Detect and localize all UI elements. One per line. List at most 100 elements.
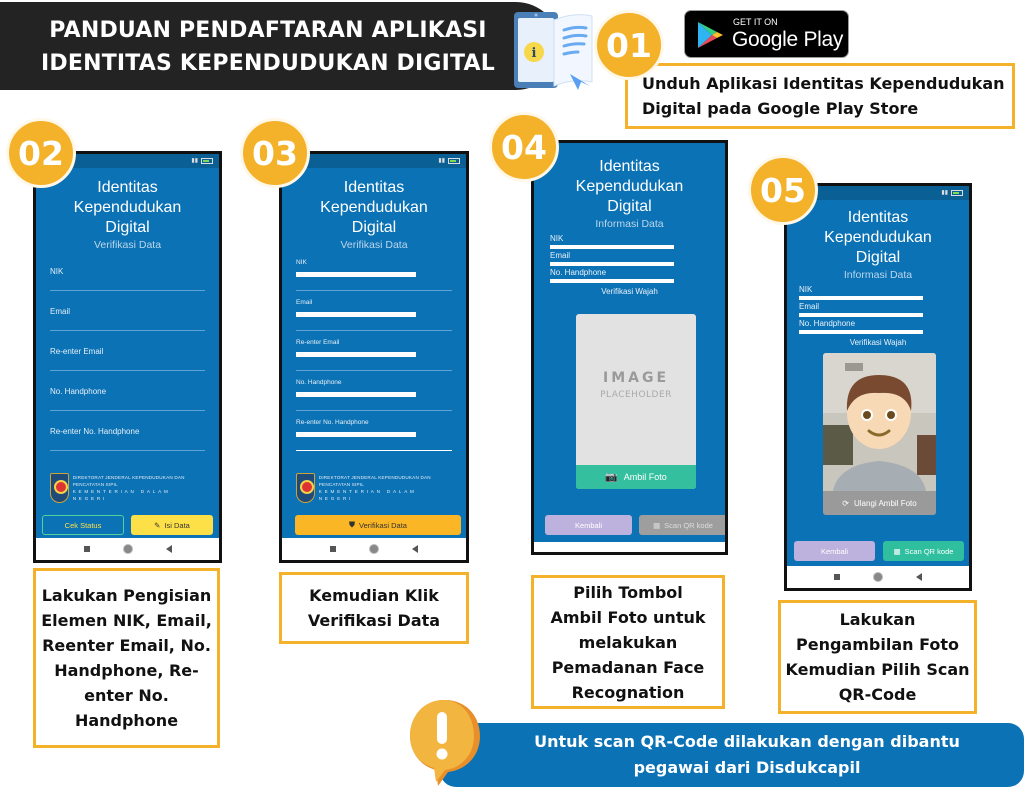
google-play-big-text: Google Play — [732, 28, 844, 51]
redacted-value — [296, 432, 416, 437]
home-icon[interactable] — [874, 573, 882, 581]
notice-banner: Untuk scan QR-Code dilakukan dengan diba… — [440, 723, 1024, 787]
app-subtitle: Verifikasi Data — [93, 239, 162, 251]
battery-icon — [448, 157, 460, 164]
step-badge-05: 05 — [748, 155, 818, 225]
back-icon[interactable] — [916, 573, 922, 581]
reenter-email-field[interactable]: Re-enter Email — [50, 331, 205, 371]
redacted-value — [296, 272, 416, 277]
home-icon[interactable] — [123, 545, 132, 553]
app-subtitle: Informasi Data — [843, 269, 913, 281]
isi-data-button[interactable]: ✎ Isi Data — [131, 515, 213, 535]
reenter-phone-field[interactable]: Re-enter No. Handphone — [296, 411, 452, 451]
signal-icon: ▮▮ — [438, 158, 445, 164]
step-03-caption: Kemudian Klik Verifikasi Data — [279, 572, 469, 644]
battery-icon — [201, 157, 213, 164]
phone-screen-step-03: ▮▮ Identitas Kependudukan Digital Verifi… — [279, 151, 469, 563]
redacted-value — [296, 312, 416, 317]
kembali-button[interactable]: Kembali — [794, 541, 875, 561]
info-data-list: NIK Email No. Handphone — [550, 234, 709, 283]
redacted-value — [799, 330, 923, 334]
phone-screen-step-05: ▮▮ Identitas Kependudukan Digital Inform… — [784, 183, 972, 591]
home-icon[interactable] — [370, 545, 378, 553]
step-badge-02: 02 — [6, 118, 76, 188]
ulangi-ambil-foto-button[interactable]: ⟳ Ulangi Ambil Foto — [823, 491, 936, 515]
title-line-1: PANDUAN PENDAFTARAN APLIKASI — [49, 18, 487, 43]
photo-placeholder: IMAGE PLACEHOLDER 📷 Ambil Foto — [576, 314, 696, 489]
verifikasi-data-button[interactable]: ⛊ Verifikasi Data — [295, 515, 461, 535]
org-name-line-1: DIREKTORAT JENDERAL KEPENDUDUKAN DAN PEN… — [318, 475, 431, 487]
app-title: Identitas Kependudukan Digital — [73, 179, 182, 236]
signal-icon: ▮▮ — [191, 158, 198, 164]
nik-field[interactable]: NIK — [50, 251, 205, 291]
ambil-foto-button[interactable]: 📷 Ambil Foto — [576, 465, 696, 489]
scan-qr-button-disabled[interactable]: ▦ Scan QR kode — [639, 515, 725, 535]
back-icon[interactable] — [412, 545, 418, 553]
step-badge-04: 04 — [489, 112, 559, 182]
android-nav-bar — [787, 566, 969, 588]
app-subtitle: Verifikasi Data — [340, 239, 408, 251]
phone-field[interactable]: No. Handphone — [296, 371, 452, 411]
redacted-value — [550, 262, 674, 266]
exclamation-speech-bubble-icon — [410, 700, 480, 786]
recent-apps-icon[interactable] — [330, 546, 336, 552]
redacted-value — [296, 352, 416, 357]
face-verification-label: Verifikasi Wajah — [601, 287, 658, 296]
header-banner: PANDUAN PENDAFTARAN APLIKASI IDENTITAS K… — [0, 2, 560, 90]
app-title: Identitas Kependudukan Digital — [824, 209, 932, 266]
nik-field[interactable]: NIK — [296, 251, 452, 291]
reenter-phone-field[interactable]: Re-enter No. Handphone — [50, 411, 205, 451]
email-field[interactable]: Email — [296, 291, 452, 331]
face-verification-label: Verifikasi Wajah — [849, 338, 907, 347]
step-badge-03: 03 — [240, 118, 310, 188]
app-subtitle: Informasi Data — [595, 218, 664, 230]
app-title: Identitas Kependudukan Digital — [320, 179, 428, 236]
org-name-line-2: KEMENTERIAN DALAM NEGERI — [318, 489, 417, 501]
signal-icon: ▮▮ — [941, 190, 948, 196]
title-line-2: IDENTITAS KEPENDUDUKAN DIGITAL — [41, 51, 495, 76]
notice-line-1: Untuk scan QR-Code dilakukan dengan diba… — [534, 732, 960, 751]
step-04-caption: Pilih Tombol Ambil Foto untuk melakukan … — [531, 575, 725, 709]
scan-qr-button[interactable]: ▦ Scan QR kode — [883, 541, 964, 561]
android-nav-bar — [534, 542, 725, 552]
redacted-value — [799, 313, 923, 317]
phone-field[interactable]: No. Handphone — [50, 371, 205, 411]
page-title: PANDUAN PENDAFTARAN APLIKASI IDENTITAS K… — [18, 14, 518, 80]
recent-apps-icon[interactable] — [83, 546, 90, 552]
google-play-badge[interactable]: GET IT ON Google Play — [684, 10, 849, 58]
google-play-small-text: GET IT ON — [733, 17, 778, 27]
google-play-logo-icon — [698, 22, 723, 48]
step-02-caption: Lakukan Pengisian Elemen NIK, Email, Ree… — [33, 568, 220, 748]
selfie-photo-with-emoji-face — [823, 353, 936, 491]
email-field[interactable]: Email — [50, 291, 205, 331]
android-nav-bar — [36, 538, 219, 560]
cek-status-button[interactable]: Cek Status — [42, 515, 124, 535]
caption-line: Digital pada Google Play Store — [642, 99, 919, 118]
step-badge-01: 01 — [594, 10, 664, 80]
step-01-caption: Unduh Aplikasi Identitas Kependudukan Di… — [625, 63, 1015, 129]
redacted-value — [296, 392, 416, 397]
step-05-caption: Lakukan Pengambilan Foto Kemudian Pilih … — [778, 600, 977, 714]
app-title: Identitas Kependudukan Digital — [575, 158, 684, 215]
org-name-line-2: KEMENTERIAN DALAM NEGERI — [72, 489, 171, 501]
back-icon[interactable] — [165, 545, 172, 553]
recent-apps-icon[interactable] — [834, 574, 840, 580]
reenter-email-field[interactable]: Re-enter Email — [296, 331, 452, 371]
captured-photo: ⟳ Ulangi Ambil Foto — [823, 353, 936, 515]
qr-code-icon: ▦ — [653, 520, 661, 530]
guide-book-info-icon: i — [514, 12, 593, 90]
phone-screen-step-04: Identitas Kependudukan Digital Informasi… — [531, 140, 728, 555]
ministry-logo: DIREKTORAT JENDERAL KEPENDUDUKAN DAN PEN… — [296, 473, 452, 503]
kembali-button[interactable]: Kembali — [545, 515, 632, 535]
svg-text:i: i — [532, 46, 537, 61]
shield-check-icon: ⛊ — [349, 520, 356, 529]
redacted-value — [550, 245, 674, 249]
camera-icon: 📷 — [605, 471, 618, 483]
caption-line: Unduh Aplikasi Identitas Kependudukan — [642, 74, 1005, 93]
garuda-emblem-icon — [50, 473, 69, 503]
battery-icon — [951, 189, 963, 196]
edit-pen-icon: ✎ — [154, 520, 161, 530]
org-name-line-1: DIREKTORAT JENDERAL KEPENDUDUKAN DAN PEN… — [72, 475, 185, 487]
info-data-list: NIK Email No. Handphone — [799, 285, 953, 334]
ministry-logo: DIREKTORAT JENDERAL KEPENDUDUKAN DAN PEN… — [50, 473, 205, 503]
